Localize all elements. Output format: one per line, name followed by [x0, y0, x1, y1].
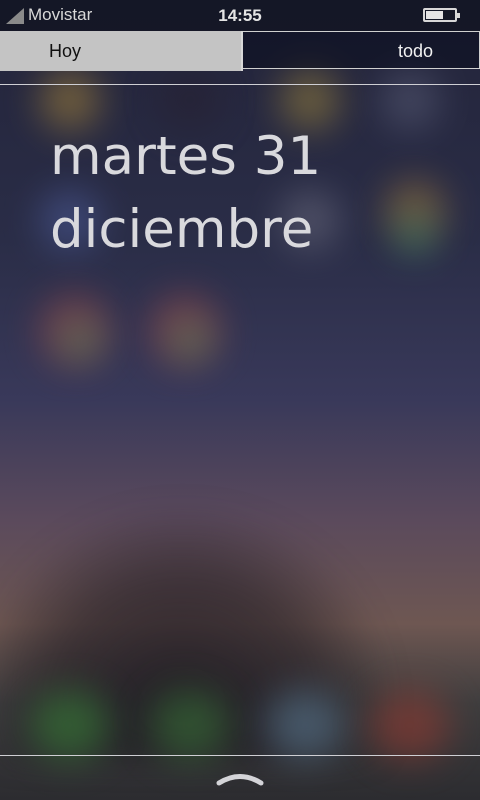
background-blur: [370, 690, 450, 760]
background-blur: [395, 215, 435, 255]
tab-bar: Hoy todo: [0, 31, 480, 71]
lock-screen: Movistar 14:55 Hoy todo martes 31 diciem…: [0, 0, 480, 800]
battery-fill: [426, 11, 443, 19]
chevron-up-handle-icon[interactable]: [216, 772, 264, 786]
tab-hoy[interactable]: Hoy: [0, 31, 243, 71]
status-clock: 14:55: [218, 6, 262, 25]
date-day: martes 31: [50, 126, 322, 187]
divider: [0, 84, 480, 85]
background-blur: [30, 690, 110, 760]
battery-icon: [423, 8, 460, 22]
background-blur: [380, 70, 440, 130]
date-display: martes 31 diciembre: [50, 120, 321, 266]
background-blur: [170, 320, 210, 360]
background-blur: [150, 690, 230, 760]
divider: [0, 755, 480, 756]
background-blur: [60, 320, 100, 360]
status-bar: Movistar 14:55: [0, 0, 480, 31]
battery-nub: [457, 13, 460, 18]
tab-todo[interactable]: todo: [243, 31, 480, 69]
background-blur: [265, 690, 345, 760]
date-month: diciembre: [50, 199, 314, 260]
